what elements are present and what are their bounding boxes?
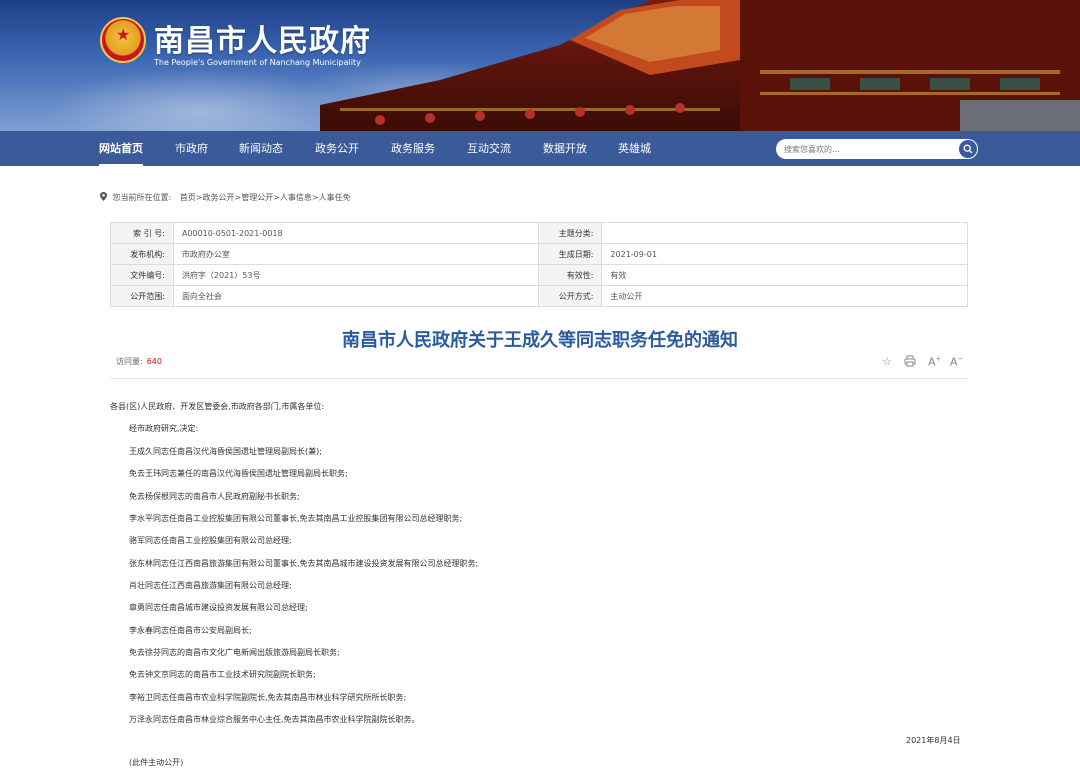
view-count: 访问量: 640 — [116, 356, 162, 367]
document-title: 南昌市人民政府关于王成久等同志职务任免的通知 — [342, 330, 738, 351]
document-date: 2021年8月4日 — [906, 736, 961, 745]
main-nav: 网站首页 市政府 新闻动态 政务公开 政务服务 互动交流 数据开放 英雄城 — [0, 131, 1080, 166]
document-meta-table: 索 引 号: A00010-0501-2021-0018 主题分类: 发布机构:… — [110, 222, 968, 307]
meta-label: 文件编号: — [110, 264, 174, 286]
nav-item-gov-affairs-open[interactable]: 政务公开 — [315, 131, 359, 166]
breadcrumb: 您当前所在位置: 首页>政务公开>管理公开>人事信息>人事任免 — [100, 192, 351, 204]
breadcrumb-prefix: 您当前所在位置: — [112, 193, 172, 202]
paragraph: 万泽永同志任南昌市林业综合服务中心主任,免去其南昌市农业科学院副院长职务。 — [129, 715, 420, 724]
meta-value: 市政府办公室 — [172, 243, 540, 265]
paragraph: 免去钟文京同志的南昌市工业技术研究院副院长职务; — [129, 670, 316, 679]
paragraph: 张东林同志任江西南昌旅游集团有限公司董事长,免去其南昌城市建设投资发展有限公司总… — [129, 559, 479, 568]
meta-value: 主动公开 — [601, 285, 968, 307]
print-icon[interactable] — [904, 355, 916, 370]
meta-value — [601, 222, 968, 244]
table-row: 发布机构: 市政府办公室 生成日期: 2021-09-01 — [110, 243, 968, 265]
paragraph: 李裕卫同志任南昌市农业科学院副院长,免去其南昌市林业科学研究所所长职务; — [129, 693, 407, 702]
paragraph: 经市政府研究,决定: — [129, 424, 199, 433]
paragraph: 免去杨保根同志的南昌市人民政府副秘书长职务; — [129, 492, 300, 501]
nav-item-hero-city[interactable]: 英雄城 — [618, 131, 651, 166]
font-larger-icon[interactable]: A+ — [928, 355, 941, 369]
meta-label: 有效性: — [538, 264, 603, 286]
meta-label: 公开范围: — [110, 285, 174, 307]
nav-item-interaction[interactable]: 互动交流 — [467, 131, 511, 166]
meta-value: 面向全社会 — [172, 285, 540, 307]
table-row: 文件编号: 洪府字（2021）53号 有效性: 有效 — [110, 264, 968, 286]
search-icon — [963, 144, 973, 154]
header-banner: ★ 南昌市人民政府 The People's Government of Nan… — [0, 0, 1080, 131]
paragraph: 免去王玮同志兼任的南昌汉代海昏侯国遗址管理局副局长职务; — [129, 469, 348, 478]
nav-item-gov-services[interactable]: 政务服务 — [391, 131, 435, 166]
meta-value: A00010-0501-2021-0018 — [172, 222, 540, 244]
view-count-label: 访问量: — [116, 357, 143, 366]
meta-label: 生成日期: — [538, 243, 603, 265]
nav-item-city-government[interactable]: 市政府 — [175, 131, 208, 166]
paragraph: 王成久同志任南昌汉代海昏侯国遗址管理局副局长(兼); — [129, 447, 322, 456]
meta-label: 公开方式: — [538, 285, 603, 307]
meta-label: 发布机构: — [110, 243, 174, 265]
breadcrumb-path[interactable]: 首页>政务公开>管理公开>人事信息>人事任免 — [180, 193, 351, 202]
site-title: 南昌市人民政府 — [154, 24, 371, 59]
nav-item-home[interactable]: 网站首页 — [99, 131, 143, 166]
meta-value: 有效 — [601, 264, 968, 286]
search-button[interactable] — [959, 140, 977, 158]
paragraph: 骆军同志任南昌工业控股集团有限公司总经理; — [129, 536, 292, 545]
pavilion-roof-image — [320, 0, 1080, 131]
paragraph: 李水平同志任南昌工业控股集团有限公司董事长,免去其南昌工业控股集团有限公司总经理… — [129, 514, 463, 523]
meta-value: 2021-09-01 — [601, 243, 968, 265]
salutation: 各县(区)人民政府、开发区管委会,市政府各部门,市属各单位: — [110, 402, 325, 411]
nav-item-open-data[interactable]: 数据开放 — [543, 131, 587, 166]
divider — [110, 378, 968, 379]
site-subtitle: The People's Government of Nanchang Muni… — [154, 58, 361, 67]
star-icon: ★ — [116, 25, 131, 44]
search-input[interactable] — [784, 141, 954, 157]
search-box — [776, 139, 978, 159]
meta-value: 洪府字（2021）53号 — [172, 264, 540, 286]
publication-note: (此件主动公开) — [129, 758, 184, 767]
document-tools: ☆ A+ A− — [880, 355, 970, 371]
location-pin-icon — [100, 192, 107, 201]
paragraph: 李永春同志任南昌市公安局副局长; — [129, 626, 252, 635]
table-row: 索 引 号: A00010-0501-2021-0018 主题分类: — [110, 222, 968, 244]
meta-label: 主题分类: — [538, 222, 603, 244]
paragraph: 章勇同志任南昌城市建设投资发展有限公司总经理; — [129, 603, 308, 612]
nav-item-news[interactable]: 新闻动态 — [239, 131, 283, 166]
star-icon[interactable]: ☆ — [882, 355, 892, 368]
font-smaller-icon[interactable]: A− — [950, 355, 963, 369]
paragraph: 肖壮同志任江西南昌旅游集团有限公司总经理; — [129, 581, 292, 590]
paragraph: 免去徐芬同志的南昌市文化广电新闻出版旅游局副局长职务; — [129, 648, 340, 657]
meta-label: 索 引 号: — [110, 222, 174, 244]
view-count-value: 640 — [146, 357, 162, 366]
table-row: 公开范围: 面向全社会 公开方式: 主动公开 — [110, 285, 968, 307]
national-emblem-icon: ★ — [100, 17, 146, 63]
